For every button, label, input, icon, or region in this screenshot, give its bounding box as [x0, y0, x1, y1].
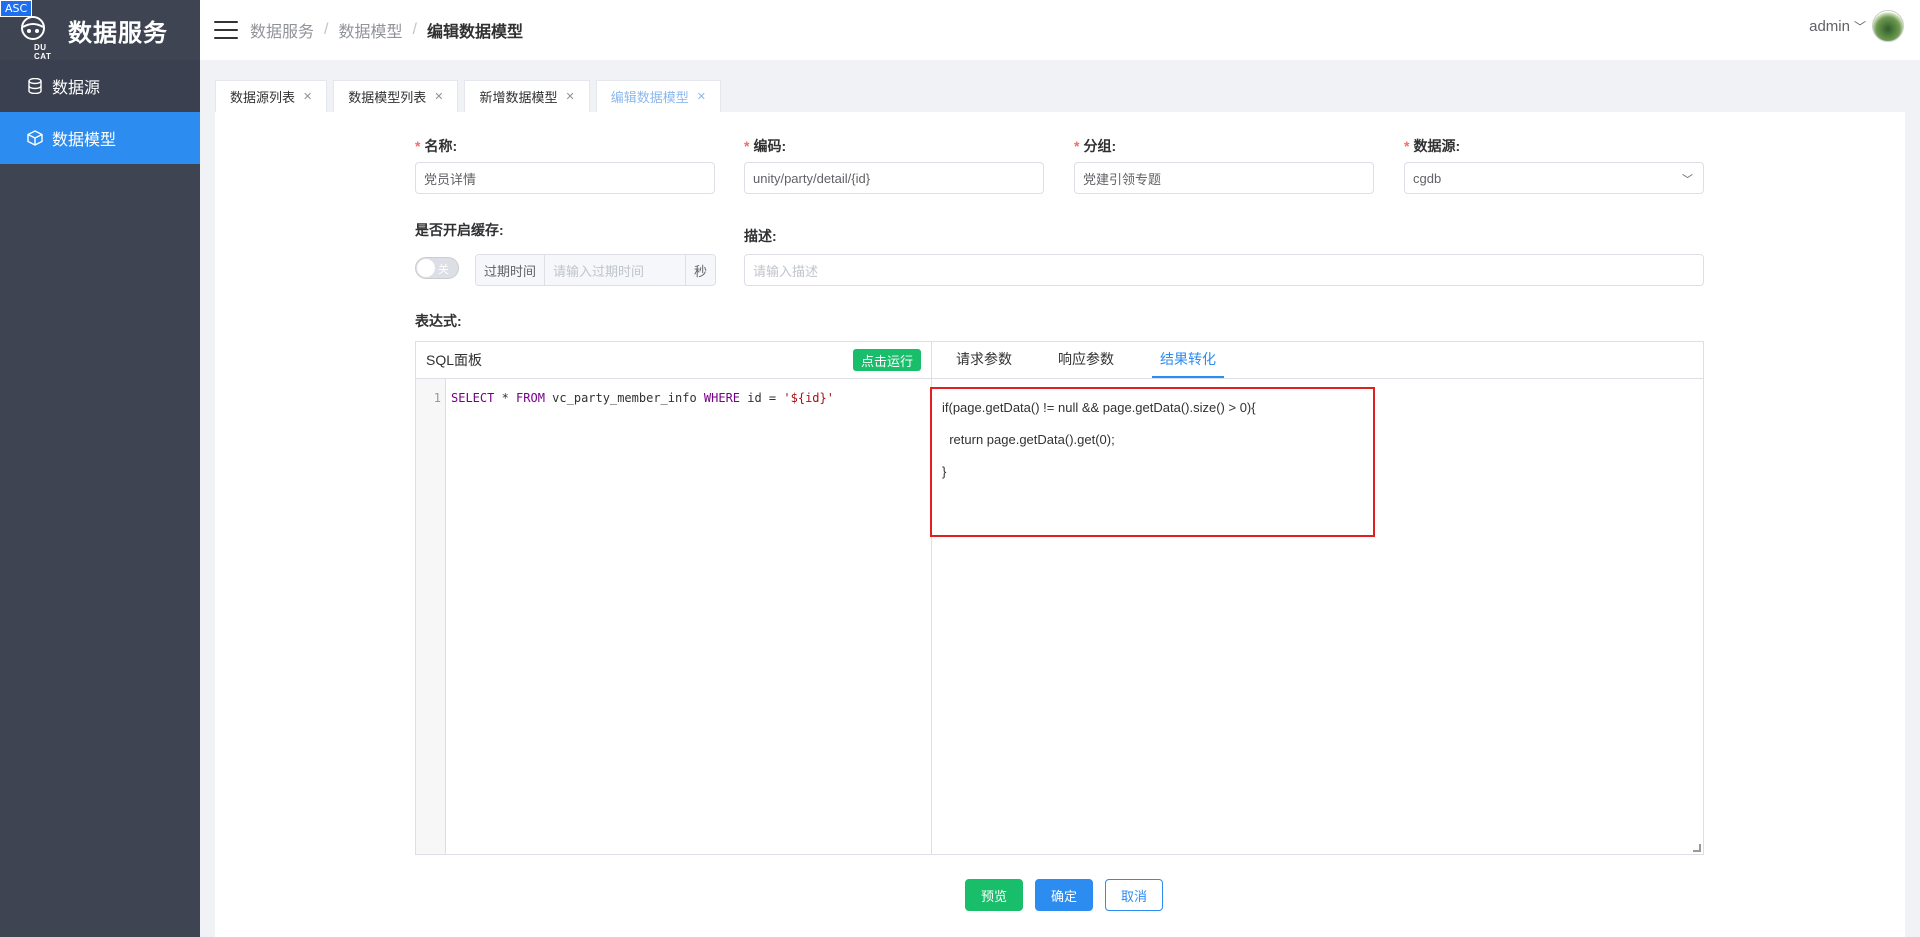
- sidebar-item-datasource[interactable]: 数据源: [0, 60, 200, 112]
- cube-icon: [26, 129, 44, 147]
- tab-request-params[interactable]: 请求参数: [948, 341, 1020, 378]
- tab-result-transform[interactable]: 结果转化: [1152, 341, 1224, 378]
- chevron-down-icon: ﹀: [1682, 174, 1693, 186]
- main-content: * 名称: * 编码: * 分组: * 数据源: 党员详情 unity/party/de…: [215, 112, 1905, 937]
- sql-pane-header: SQL面板 点击运行: [416, 342, 931, 379]
- name-input[interactable]: 党员详情: [415, 162, 715, 194]
- toggle-knob: [417, 259, 435, 277]
- confirm-button[interactable]: 确定: [1035, 879, 1094, 911]
- result-tabs: 请求参数 响应参数 结果转化: [932, 342, 1703, 379]
- datasource-label: * 数据源:: [1404, 138, 1461, 154]
- cancel-button[interactable]: 取消: [1105, 879, 1164, 911]
- logo-icon: DU CAT: [10, 5, 56, 61]
- result-pane: 请求参数 响应参数 结果转化 if(page.getData() != null…: [930, 342, 1703, 854]
- breadcrumb-current: 编辑数据模型: [426, 24, 523, 41]
- cache-label: 是否开启缓存:: [415, 222, 504, 238]
- app-title: 数据服务: [68, 19, 168, 47]
- breadcrumb-separator: /: [324, 21, 329, 38]
- line-number: 1: [433, 391, 441, 405]
- tab-datasource-list[interactable]: 数据源列表 ✕: [215, 80, 328, 112]
- user-name[interactable]: admin: [1809, 18, 1850, 35]
- tab-label: 数据源列表: [230, 90, 296, 105]
- preview-button[interactable]: 预览: [965, 879, 1024, 911]
- code-input[interactable]: unity/party/detail/{id}: [744, 162, 1044, 194]
- expire-time-group: 过期时间 请输入过期时间 秒: [475, 254, 716, 286]
- user-menu[interactable]: admin ﹀: [1809, 10, 1904, 42]
- close-icon[interactable]: ✕: [565, 90, 574, 103]
- tab-label: 数据模型列表: [348, 90, 427, 105]
- chevron-down-icon[interactable]: ﹀: [1854, 18, 1866, 35]
- sql-editor[interactable]: 1 SELECT * FROM vc_party_member_info WHE…: [416, 379, 931, 854]
- top-header: 数据服务 / 数据模型 / 编辑数据模型 admin ﹀: [200, 0, 1920, 60]
- run-button[interactable]: 点击运行: [852, 349, 921, 371]
- expire-time-unit: 秒: [684, 255, 715, 285]
- avatar[interactable]: [1872, 10, 1904, 42]
- tab-response-params[interactable]: 响应参数: [1050, 341, 1122, 378]
- description-input[interactable]: 请输入描述: [744, 254, 1704, 286]
- line-gutter: 1: [416, 379, 446, 854]
- name-label: * 名称:: [415, 138, 458, 154]
- sql-pane: SQL面板 点击运行 1 SELECT * FROM vc_party_memb…: [416, 342, 932, 854]
- resize-handle[interactable]: [1693, 844, 1701, 852]
- tab-add-model[interactable]: 新增数据模型 ✕: [464, 80, 590, 112]
- breadcrumb: 数据服务 / 数据模型 / 编辑数据模型: [250, 18, 523, 42]
- logo-subtext: DU CAT: [34, 43, 52, 61]
- sidebar: ASC DU CAT 数据服务 数据源 数据模型: [0, 0, 200, 937]
- logo-bar: ASC DU CAT 数据服务: [0, 0, 200, 61]
- database-icon: [26, 77, 44, 95]
- expression-label: 表达式:: [415, 313, 462, 329]
- expression-panel: SQL面板 点击运行 1 SELECT * FROM vc_party_memb…: [415, 341, 1704, 855]
- code-line: SELECT * FROM vc_party_member_info WHERE…: [451, 391, 834, 405]
- expire-time-prepend: 过期时间: [476, 255, 546, 285]
- breadcrumb-item[interactable]: 数据模型: [338, 18, 402, 42]
- tab-label: 新增数据模型: [479, 90, 558, 105]
- transform-script-editor[interactable]: if(page.getData() != null && page.getDat…: [942, 392, 1256, 488]
- sidebar-item-label: 数据源: [52, 80, 101, 97]
- tab-label: 编辑数据模型: [610, 90, 689, 105]
- cache-toggle[interactable]: 关: [415, 257, 459, 279]
- toggle-text: 关: [438, 264, 449, 276]
- group-label: * 分组:: [1074, 138, 1117, 154]
- close-icon[interactable]: ✕: [434, 90, 443, 103]
- tab-edit-model[interactable]: 编辑数据模型 ✕: [595, 80, 721, 112]
- close-icon[interactable]: ✕: [697, 90, 706, 103]
- code-label: * 编码:: [744, 138, 787, 154]
- page-tabs: 数据源列表 ✕ 数据模型列表 ✕ 新增数据模型 ✕ 编辑数据模型 ✕: [215, 80, 727, 112]
- desc-label: 描述:: [744, 228, 777, 244]
- datasource-select[interactable]: cgdb ﹀: [1404, 162, 1704, 194]
- group-input[interactable]: 党建引领专题: [1074, 162, 1374, 194]
- close-icon[interactable]: ✕: [303, 90, 312, 103]
- sql-pane-title: SQL面板: [426, 352, 483, 368]
- tab-model-list[interactable]: 数据模型列表 ✕: [333, 80, 459, 112]
- breadcrumb-separator: /: [412, 21, 417, 38]
- hamburger-menu-icon[interactable]: [214, 21, 238, 39]
- breadcrumb-item[interactable]: 数据服务: [250, 18, 314, 42]
- expire-time-input[interactable]: 请输入过期时间: [545, 255, 685, 285]
- sidebar-item-datamodel[interactable]: 数据模型: [0, 112, 200, 164]
- sidebar-item-label: 数据模型: [52, 132, 117, 149]
